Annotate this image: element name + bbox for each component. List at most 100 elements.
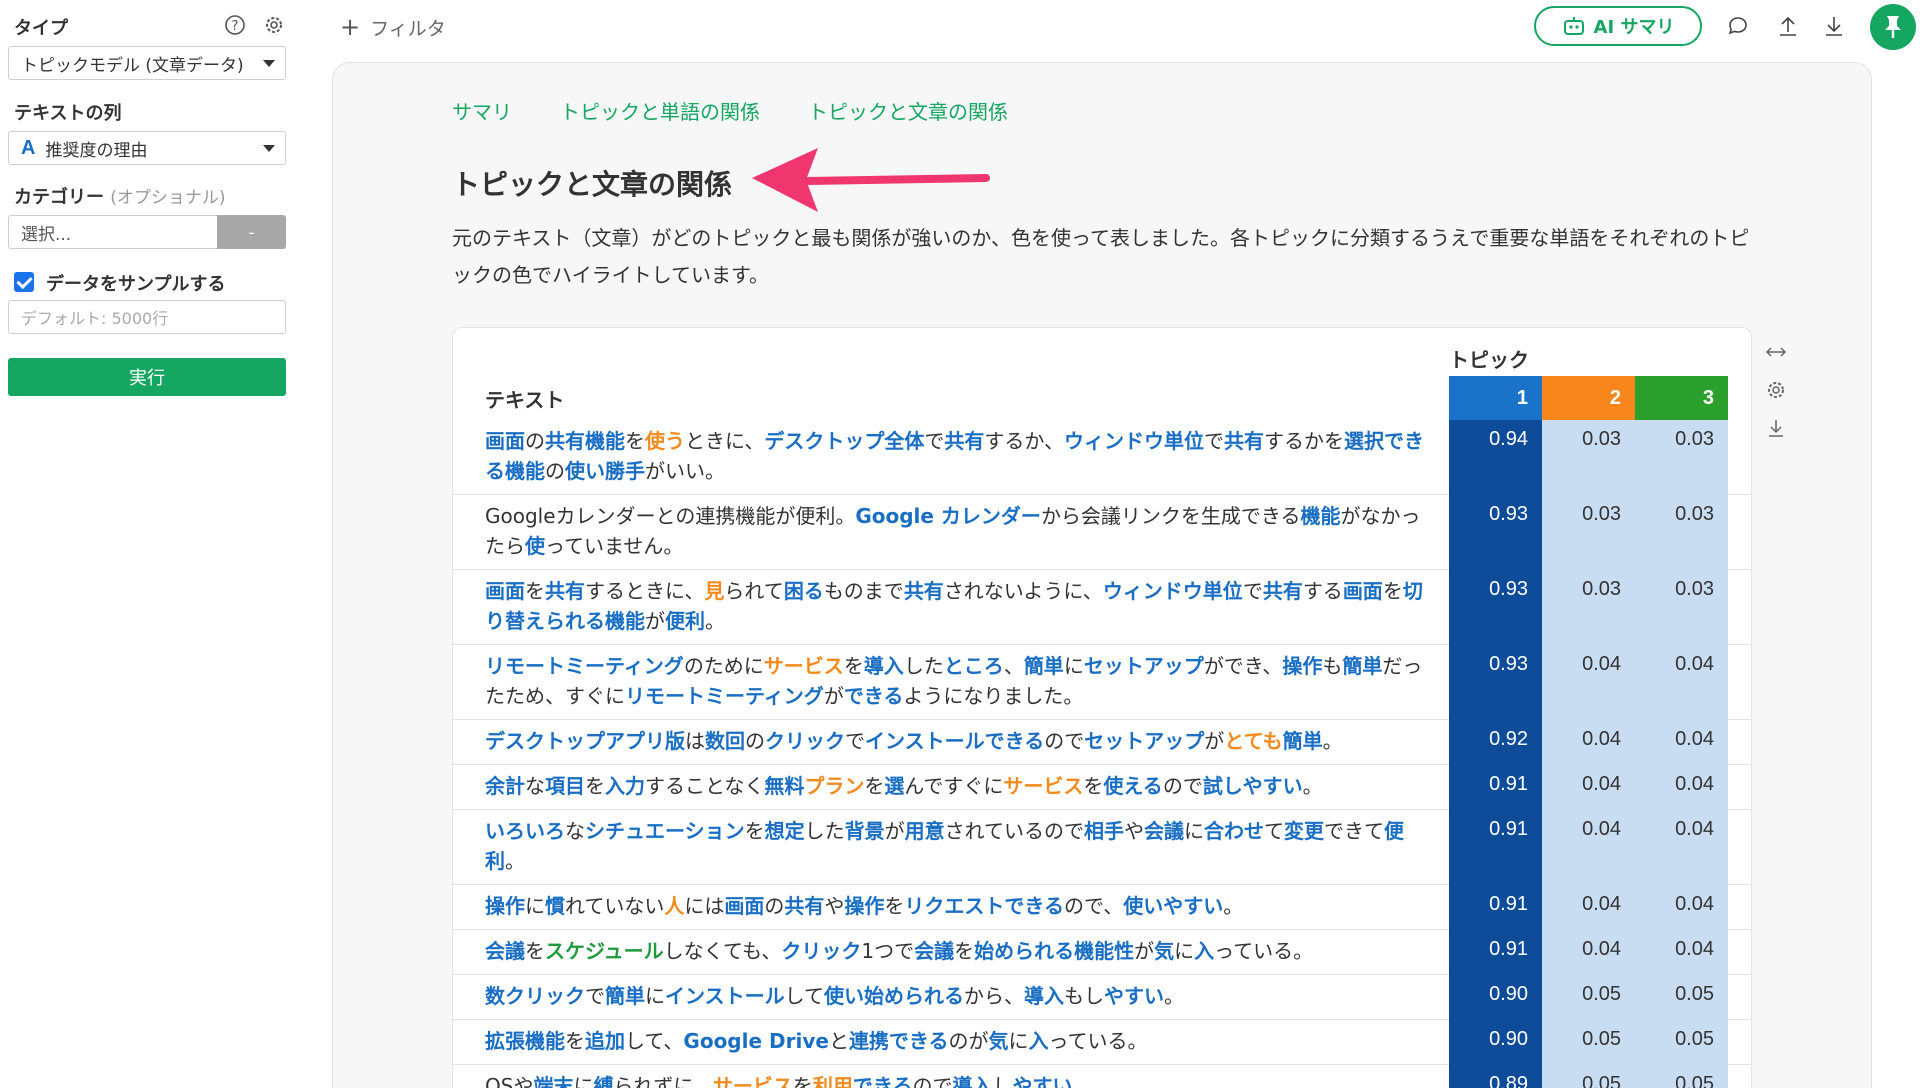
row-text: 拡張機能を追加して、Google Driveと連携できるのが気に入っている。: [453, 1020, 1449, 1064]
text-segment: な: [565, 819, 585, 843]
description: 元のテキスト（文章）がどのトピックと最も関係が強いのか、色を使って表しました。各…: [452, 226, 1750, 287]
highlighted-word: 導入: [952, 1074, 993, 1088]
table-row: 会議をスケジュールしなくても、クリック1つで会議を始められる機能性が気に入ってい…: [453, 930, 1751, 975]
text-segment: に: [1008, 1029, 1029, 1053]
topic-3-value: 0.04: [1635, 930, 1728, 975]
type-select[interactable]: トピックモデル (文章データ): [8, 46, 286, 80]
row-text: 数クリックで簡単にインストールして使い始められるから、導入もしやすい。: [453, 975, 1449, 1019]
highlighted-word: 共有機能: [545, 429, 625, 453]
text-segment: 。: [1072, 1074, 1093, 1088]
text-segment: の: [545, 459, 565, 483]
text-segment: 。: [705, 609, 725, 633]
text-segment: が: [884, 819, 905, 843]
help-icon[interactable]: ?: [224, 14, 246, 36]
tab-topic-document[interactable]: トピックと文章の関係: [808, 96, 1008, 125]
row-text: リモートミーティングのためにサービスを導入したところ、簡単にセットアップができ、…: [453, 645, 1449, 719]
download-icon[interactable]: [1822, 14, 1846, 38]
topic-3-value: 0.05: [1635, 1020, 1728, 1065]
page-title: トピックと文章の関係: [452, 168, 733, 201]
table-settings-icon[interactable]: [1764, 378, 1788, 416]
topic-document-table: トピック テキスト 1 2 3 画面の共有機能を使うときに、デスクトップ全体で共…: [452, 327, 1752, 1088]
text-segment: するときに、: [585, 579, 705, 603]
tab-summary[interactable]: サマリ: [452, 96, 512, 125]
highlighted-word: 端末: [533, 1074, 574, 1088]
topic-2-value: 0.04: [1542, 720, 1635, 765]
text-column-select[interactable]: A 推奨度の理由: [8, 131, 286, 165]
topic-1-value: 0.94: [1449, 420, 1542, 495]
highlighted-word: 人: [664, 894, 685, 918]
run-button[interactable]: 実行: [8, 358, 286, 396]
highlighted-word: 共有: [944, 429, 985, 453]
sample-label: データをサンプルする: [46, 274, 226, 295]
highlighted-word: 入: [1028, 1029, 1049, 1053]
highlighted-word: 機能: [1300, 504, 1341, 528]
highlighted-word: 慣: [545, 894, 565, 918]
highlighted-word: インストールできる: [865, 729, 1045, 753]
filter-button[interactable]: + フィルタ: [340, 12, 446, 42]
comment-icon[interactable]: [1726, 14, 1750, 38]
text-segment: することなく: [645, 774, 765, 798]
text-segment: っている。: [1048, 1029, 1148, 1053]
text-segment: には: [684, 894, 725, 918]
topic-1-value: 0.91: [1449, 765, 1542, 810]
text-segment: 1つで: [861, 939, 915, 963]
topic-2-value: 0.04: [1542, 645, 1635, 720]
topic-3-value: 0.05: [1635, 1065, 1728, 1088]
table-body: 画面の共有機能を使うときに、デスクトップ全体で共有するか、ウィンドウ単位で共有す…: [453, 420, 1751, 1088]
text-segment: に: [1184, 819, 1205, 843]
sidebar: タイプ ? トピックモデル (文章データ) テキストの列 A 推奨度の理由 カテ…: [0, 0, 300, 1088]
gear-icon[interactable]: [263, 14, 285, 36]
highlighted-word: サービス: [712, 1074, 793, 1088]
highlighted-word: 想定: [764, 819, 805, 843]
expand-horizontal-icon[interactable]: [1764, 340, 1788, 378]
highlighted-word: 連携できる: [848, 1029, 949, 1053]
category-select[interactable]: 選択...: [8, 215, 218, 249]
text-segment: と: [828, 1029, 849, 1053]
topic-2-value: 0.03: [1542, 420, 1635, 495]
topic-2-value: 0.05: [1542, 1065, 1635, 1088]
text-segment: ので: [1162, 774, 1203, 798]
text-segment: が: [823, 684, 844, 708]
text-segment: のが: [948, 1029, 989, 1053]
text-segment: ときに、: [685, 429, 765, 453]
upload-icon[interactable]: [1776, 14, 1800, 38]
row-text: Googleカレンダーとの連携機能が便利。Google カレンダーから会議リンク…: [453, 495, 1449, 569]
row-text: 余計な項目を入力することなく無料プランを選んですぐにサービスを使えるので試しやす…: [453, 765, 1449, 809]
text-segment: を: [843, 654, 864, 678]
pin-button[interactable]: [1870, 4, 1916, 50]
sample-checkbox[interactable]: [14, 272, 34, 292]
highlighted-word: 使い勝手: [565, 459, 645, 483]
highlighted-word: 困る: [783, 579, 824, 603]
text-segment: っていません。: [545, 534, 684, 558]
highlighted-word: できる: [843, 684, 904, 708]
highlighted-word: 入力: [605, 774, 645, 798]
highlighted-word: 共有: [903, 579, 944, 603]
highlighted-word: 無料: [764, 774, 805, 798]
text-segment: は: [685, 729, 705, 753]
topic-1-header[interactable]: 1: [1449, 376, 1542, 420]
sample-size-input[interactable]: デフォルト: 5000行: [8, 300, 286, 334]
text-segment: から、: [964, 984, 1025, 1008]
topic-3-header[interactable]: 3: [1635, 376, 1728, 420]
tab-topic-word[interactable]: トピックと単語の関係: [560, 96, 760, 125]
highlighted-word: 数回: [705, 729, 745, 753]
topic-3-value: 0.03: [1635, 570, 1728, 645]
text-segment: の: [764, 894, 785, 918]
table-row: 数クリックで簡単にインストールして使い始められるから、導入もしやすい。 0.90 0…: [453, 975, 1751, 1020]
highlighted-word: 余計: [485, 774, 525, 798]
robot-icon: [1563, 17, 1584, 35]
table-download-icon[interactable]: [1764, 416, 1788, 454]
category-clear-button[interactable]: -: [217, 215, 286, 249]
highlighted-word: いろいろ: [485, 819, 565, 843]
text-segment: 。: [505, 849, 525, 873]
text-segment: に: [1063, 654, 1084, 678]
topic-2-header[interactable]: 2: [1542, 376, 1635, 420]
highlighted-word: インストール: [665, 984, 785, 1008]
highlighted-word: クリック: [781, 939, 862, 963]
highlighted-word: 共有: [784, 894, 825, 918]
table-row: 余計な項目を入力することなく無料プランを選んですぐにサービスを使えるので試しやす…: [453, 765, 1751, 810]
table-row: 画面の共有機能を使うときに、デスクトップ全体で共有するか、ウィンドウ単位で共有す…: [453, 420, 1751, 495]
ai-summary-button[interactable]: AI サマリ: [1534, 6, 1702, 46]
highlighted-word: 入: [1194, 939, 1215, 963]
highlighted-word: ところ: [943, 654, 1004, 678]
